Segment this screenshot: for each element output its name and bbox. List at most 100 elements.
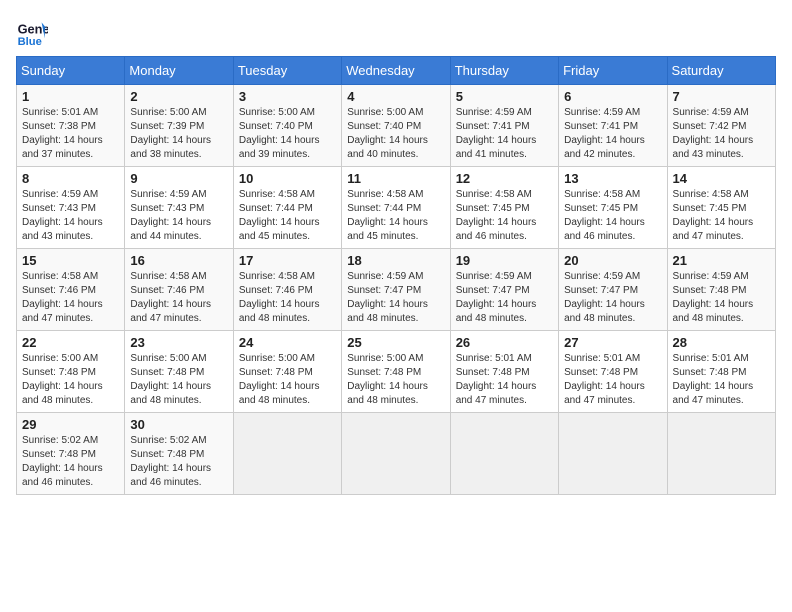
calendar-cell: 29 Sunrise: 5:02 AMSunset: 7:48 PMDayligh… <box>17 413 125 495</box>
day-info: Sunrise: 5:02 AMSunset: 7:48 PMDaylight:… <box>22 434 119 490</box>
day-info: Sunrise: 4:58 AMSunset: 7:46 PMDaylight:… <box>130 270 227 326</box>
day-info: Sunrise: 4:59 AMSunset: 7:47 PMDaylight:… <box>347 270 444 326</box>
logo: General Blue <box>16 16 48 48</box>
calendar-cell: 6Sunrise: 4:59 AMSunset: 7:41 PMDaylight… <box>559 85 667 167</box>
day-number: 1 <box>22 89 119 104</box>
day-header-saturday: Saturday <box>667 57 775 85</box>
calendar-cell: 25 Sunrise: 5:00 AMSunset: 7:48 PMDayligh… <box>342 331 450 413</box>
day-number: 22 <box>22 335 119 350</box>
calendar-cell: 8 Sunrise: 4:59 AMSunset: 7:43 PMDaylight… <box>17 167 125 249</box>
day-info: Sunrise: 4:59 AMSunset: 7:48 PMDaylight:… <box>673 270 770 326</box>
day-info: Sunrise: 4:58 AMSunset: 7:46 PMDaylight:… <box>239 270 336 326</box>
calendar-cell: 23 Sunrise: 5:00 AMSunset: 7:48 PMDayligh… <box>125 331 233 413</box>
day-number: 18 <box>347 253 444 268</box>
day-number: 20 <box>564 253 661 268</box>
day-info: Sunrise: 5:01 AMSunset: 7:48 PMDaylight:… <box>456 352 553 408</box>
day-info: Sunrise: 4:58 AMSunset: 7:44 PMDaylight:… <box>347 188 444 244</box>
calendar-week-0: 1 Sunrise: 5:01 AMSunset: 7:38 PMDaylight… <box>17 85 776 167</box>
calendar-cell: 5Sunrise: 4:59 AMSunset: 7:41 PMDaylight… <box>450 85 558 167</box>
day-number: 9 <box>130 171 227 186</box>
calendar-cell: 24Sunrise: 5:00 AMSunset: 7:48 PMDayligh… <box>233 331 341 413</box>
day-number: 12 <box>456 171 553 186</box>
day-info: Sunrise: 4:58 AMSunset: 7:46 PMDaylight:… <box>22 270 119 326</box>
day-info: Sunrise: 5:00 AMSunset: 7:40 PMDaylight:… <box>347 106 444 162</box>
calendar-cell: 2 Sunrise: 5:00 AMSunset: 7:39 PMDaylight… <box>125 85 233 167</box>
day-number: 14 <box>673 171 770 186</box>
calendar-table: SundayMondayTuesdayWednesdayThursdayFrid… <box>16 56 776 495</box>
logo-icon: General Blue <box>16 16 48 48</box>
calendar-cell <box>559 413 667 495</box>
day-number: 24 <box>239 335 336 350</box>
day-number: 8 <box>22 171 119 186</box>
calendar-cell: 19 Sunrise: 4:59 AMSunset: 7:47 PMDayligh… <box>450 249 558 331</box>
day-number: 11 <box>347 171 444 186</box>
day-info: Sunrise: 4:58 AMSunset: 7:45 PMDaylight:… <box>673 188 770 244</box>
calendar-week-3: 22 Sunrise: 5:00 AMSunset: 7:48 PMDayligh… <box>17 331 776 413</box>
day-info: Sunrise: 4:59 AMSunset: 7:47 PMDaylight:… <box>456 270 553 326</box>
day-info: Sunrise: 5:01 AMSunset: 7:38 PMDaylight:… <box>22 106 119 162</box>
calendar-cell <box>233 413 341 495</box>
day-info: Sunrise: 5:00 AMSunset: 7:39 PMDaylight:… <box>130 106 227 162</box>
day-info: Sunrise: 4:59 AMSunset: 7:43 PMDaylight:… <box>22 188 119 244</box>
day-header-monday: Monday <box>125 57 233 85</box>
day-number: 6 <box>564 89 661 104</box>
day-info: Sunrise: 5:00 AMSunset: 7:48 PMDaylight:… <box>347 352 444 408</box>
day-headers-row: SundayMondayTuesdayWednesdayThursdayFrid… <box>17 57 776 85</box>
day-number: 3 <box>239 89 336 104</box>
calendar-week-1: 8 Sunrise: 4:59 AMSunset: 7:43 PMDaylight… <box>17 167 776 249</box>
calendar-cell: 11 Sunrise: 4:58 AMSunset: 7:44 PMDayligh… <box>342 167 450 249</box>
day-header-friday: Friday <box>559 57 667 85</box>
calendar-cell: 1 Sunrise: 5:01 AMSunset: 7:38 PMDaylight… <box>17 85 125 167</box>
day-info: Sunrise: 5:01 AMSunset: 7:48 PMDaylight:… <box>673 352 770 408</box>
day-number: 5 <box>456 89 553 104</box>
day-info: Sunrise: 5:00 AMSunset: 7:48 PMDaylight:… <box>22 352 119 408</box>
calendar-cell: 13 Sunrise: 4:58 AMSunset: 7:45 PMDayligh… <box>559 167 667 249</box>
day-number: 13 <box>564 171 661 186</box>
day-number: 17 <box>239 253 336 268</box>
calendar-cell: 16 Sunrise: 4:58 AMSunset: 7:46 PMDayligh… <box>125 249 233 331</box>
calendar-cell: 7 Sunrise: 4:59 AMSunset: 7:42 PMDaylight… <box>667 85 775 167</box>
calendar-cell: 3Sunrise: 5:00 AMSunset: 7:40 PMDaylight… <box>233 85 341 167</box>
calendar-cell <box>667 413 775 495</box>
day-number: 25 <box>347 335 444 350</box>
day-header-wednesday: Wednesday <box>342 57 450 85</box>
day-number: 4 <box>347 89 444 104</box>
calendar-cell: 17 Sunrise: 4:58 AMSunset: 7:46 PMDayligh… <box>233 249 341 331</box>
day-info: Sunrise: 4:58 AMSunset: 7:45 PMDaylight:… <box>564 188 661 244</box>
day-number: 7 <box>673 89 770 104</box>
calendar-cell: 4 Sunrise: 5:00 AMSunset: 7:40 PMDaylight… <box>342 85 450 167</box>
day-number: 21 <box>673 253 770 268</box>
day-info: Sunrise: 4:59 AMSunset: 7:42 PMDaylight:… <box>673 106 770 162</box>
calendar-week-2: 15 Sunrise: 4:58 AMSunset: 7:46 PMDayligh… <box>17 249 776 331</box>
day-info: Sunrise: 5:01 AMSunset: 7:48 PMDaylight:… <box>564 352 661 408</box>
calendar-week-4: 29 Sunrise: 5:02 AMSunset: 7:48 PMDayligh… <box>17 413 776 495</box>
calendar-cell: 18 Sunrise: 4:59 AMSunset: 7:47 PMDayligh… <box>342 249 450 331</box>
calendar-cell <box>342 413 450 495</box>
calendar-cell <box>450 413 558 495</box>
day-header-sunday: Sunday <box>17 57 125 85</box>
day-number: 16 <box>130 253 227 268</box>
day-number: 26 <box>456 335 553 350</box>
calendar-cell: 21 Sunrise: 4:59 AMSunset: 7:48 PMDayligh… <box>667 249 775 331</box>
day-number: 28 <box>673 335 770 350</box>
day-info: Sunrise: 4:58 AMSunset: 7:45 PMDaylight:… <box>456 188 553 244</box>
day-number: 15 <box>22 253 119 268</box>
day-number: 30 <box>130 417 227 432</box>
calendar-cell: 22 Sunrise: 5:00 AMSunset: 7:48 PMDayligh… <box>17 331 125 413</box>
day-number: 23 <box>130 335 227 350</box>
day-number: 2 <box>130 89 227 104</box>
day-info: Sunrise: 4:58 AMSunset: 7:44 PMDaylight:… <box>239 188 336 244</box>
day-info: Sunrise: 5:02 AMSunset: 7:48 PMDaylight:… <box>130 434 227 490</box>
calendar-cell: 26 Sunrise: 5:01 AMSunset: 7:48 PMDayligh… <box>450 331 558 413</box>
calendar-cell: 12 Sunrise: 4:58 AMSunset: 7:45 PMDayligh… <box>450 167 558 249</box>
calendar-cell: 28 Sunrise: 5:01 AMSunset: 7:48 PMDayligh… <box>667 331 775 413</box>
day-number: 10 <box>239 171 336 186</box>
calendar-cell: 9Sunrise: 4:59 AMSunset: 7:43 PMDaylight… <box>125 167 233 249</box>
day-number: 27 <box>564 335 661 350</box>
calendar-cell: 27 Sunrise: 5:01 AMSunset: 7:48 PMDayligh… <box>559 331 667 413</box>
day-info: Sunrise: 5:00 AMSunset: 7:48 PMDaylight:… <box>130 352 227 408</box>
day-number: 19 <box>456 253 553 268</box>
calendar-cell: 14 Sunrise: 4:58 AMSunset: 7:45 PMDayligh… <box>667 167 775 249</box>
day-number: 29 <box>22 417 119 432</box>
calendar-cell: 10 Sunrise: 4:58 AMSunset: 7:44 PMDayligh… <box>233 167 341 249</box>
